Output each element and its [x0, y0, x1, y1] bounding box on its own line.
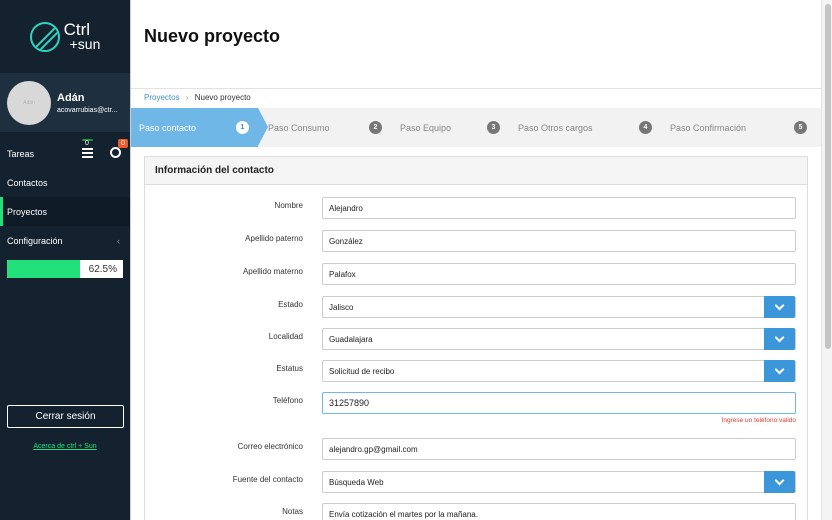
step-contacto[interactable]: Paso contacto 1 — [131, 108, 268, 147]
field-label: Fuente del contacto — [232, 475, 303, 484]
sidebar-item-tareas[interactable]: Tareas 0 0 — [0, 139, 130, 168]
sidebar-item-configuracion[interactable]: Configuración ‹ — [0, 226, 130, 255]
clock-icon[interactable]: 0 — [110, 139, 128, 159]
sidebar-item-label: Tareas — [7, 148, 35, 159]
avatar[interactable]: Adán — [7, 80, 51, 125]
step-number: 3 — [487, 121, 500, 134]
email-field[interactable]: alejandro.gp@gmail.com — [322, 438, 796, 460]
field-label: Teléfono — [272, 396, 303, 405]
about-link[interactable]: Acerca de ctrl + Sun — [0, 443, 130, 450]
select-value: Guadalajara — [329, 335, 373, 344]
step-number: 4 — [639, 121, 652, 134]
card-title: Información del contacto — [145, 157, 807, 185]
logo-text-line2: +sun — [69, 35, 101, 52]
estado-select[interactable]: Jalisco — [322, 296, 796, 318]
breadcrumb-separator: › — [185, 93, 189, 102]
field-label: Apellido materno — [242, 267, 303, 276]
sidebar: Ctrl +sun Adán Adán acovarrubias@ctr... … — [0, 0, 130, 520]
field-telefono: Teléfono 31257890 Ingrese un teléfono va… — [145, 392, 809, 424]
user-panel: Adán Adán acovarrubias@ctr... — [0, 73, 130, 132]
field-label: Notas — [282, 507, 303, 516]
sidebar-item-label: Proyectos — [7, 206, 48, 217]
page-title: Nuevo proyecto — [144, 26, 281, 46]
breadcrumb-current: Nuevo proyecto — [194, 93, 251, 102]
step-label: Paso Consumo — [268, 122, 330, 133]
scrollbar[interactable] — [821, 0, 832, 520]
field-nombre: Nombre Alejandro — [145, 197, 809, 219]
chevron-left-icon: ‹ — [117, 235, 120, 246]
main-content: Nuevo proyecto Proyectos › Nuevo proyect… — [130, 0, 832, 520]
field-label: Localidad — [268, 332, 303, 341]
select-value: Búsqueda Web — [329, 478, 384, 487]
localidad-select[interactable]: Guadalajara — [322, 328, 796, 350]
fuente-select[interactable]: Búsqueda Web — [322, 471, 796, 493]
alerts-count-badge: 0 — [118, 139, 128, 148]
step-otros-cargos[interactable]: Paso Otros cargos 4 — [505, 108, 655, 147]
step-label: Paso Otros cargos — [518, 122, 593, 133]
step-equipo[interactable]: Paso Equipo 3 — [387, 108, 505, 147]
step-number: 1 — [236, 121, 249, 134]
telefono-error-message: Ingrese un teléfono valido — [721, 417, 796, 424]
progress-text: 62.5% — [88, 264, 117, 275]
chevron-down-icon[interactable] — [764, 296, 795, 318]
notas-textarea[interactable]: Envía cotización el martes por la mañana… — [322, 503, 796, 520]
field-label: Estatus — [276, 364, 303, 373]
nombre-input[interactable]: Alejandro — [322, 197, 796, 219]
breadcrumb: Proyectos › Nuevo proyecto — [144, 93, 251, 102]
sidebar-item-proyectos[interactable]: Proyectos — [0, 197, 130, 226]
field-apellido-materno: Apellido materno Palafox — [145, 263, 809, 285]
field-label: Nombre — [274, 201, 303, 210]
telefono-input[interactable]: 31257890 — [322, 392, 796, 414]
sidebar-item-label: Configuración — [7, 235, 63, 246]
apellido-paterno-input[interactable]: González — [322, 230, 796, 252]
step-number: 5 — [794, 121, 807, 134]
field-estatus: Estatus Solicitud de recibo — [145, 360, 809, 382]
step-consumo[interactable]: Paso Consumo 2 — [258, 108, 387, 147]
tasks-count-badge: 0 — [82, 139, 93, 147]
logo-icon — [29, 21, 60, 52]
chevron-down-icon[interactable] — [764, 471, 795, 493]
field-notas: Notas Envía cotización el martes por la … — [145, 503, 809, 520]
field-label: Apellido paterno — [245, 234, 303, 243]
step-label: Paso Confirmación — [670, 122, 747, 133]
logo-text-line1: Ctrl — [63, 19, 91, 39]
select-value: Solicitud de recibo — [329, 367, 395, 376]
breadcrumb-link-proyectos[interactable]: Proyectos — [144, 93, 180, 102]
field-apellido-paterno: Apellido paterno González — [145, 230, 809, 252]
field-fuente: Fuente del contacto Búsqueda Web — [145, 471, 809, 493]
estatus-select[interactable]: Solicitud de recibo — [322, 360, 796, 382]
field-label: Estado — [278, 300, 303, 309]
chevron-down-icon[interactable] — [764, 328, 795, 350]
sidebar-nav: Tareas 0 0 Contactos Proyectos Configura… — [0, 139, 130, 255]
select-value: Jalisco — [329, 303, 354, 312]
step-label: Paso Equipo — [400, 122, 452, 133]
progress-fill — [7, 260, 80, 278]
step-label: Paso contacto — [139, 122, 197, 133]
sidebar-item-label: Contactos — [7, 177, 48, 188]
logo[interactable]: Ctrl +sun — [0, 0, 130, 73]
field-estado: Estado Jalisco — [145, 296, 809, 318]
field-correo: Correo electrónico alejandro.gp@gmail.co… — [145, 438, 809, 460]
field-localidad: Localidad Guadalajara — [145, 328, 809, 350]
list-icon[interactable]: 0 — [82, 139, 96, 159]
field-label: Correo electrónico — [237, 442, 303, 451]
step-confirmacion[interactable]: Paso Confirmación 5 — [655, 108, 821, 147]
user-email: acovarrubias@ctr... — [57, 106, 118, 114]
sidebar-item-contactos[interactable]: Contactos — [0, 168, 130, 197]
contact-info-card: Información del contacto Nombre Alejandr… — [144, 156, 808, 520]
apellido-materno-input[interactable]: Palafox — [322, 263, 796, 285]
logout-button[interactable]: Cerrar sesión — [7, 405, 124, 428]
divider — [131, 88, 832, 89]
scrollbar-thumb[interactable] — [825, 4, 831, 349]
chevron-down-icon[interactable] — [764, 360, 795, 382]
step-number: 2 — [369, 121, 382, 134]
user-name: Adán — [57, 91, 85, 104]
wizard-steps: Paso contacto 1 Paso Consumo 2 Paso Equi… — [131, 108, 821, 147]
profile-progress-bar: 62.5% — [7, 260, 123, 278]
